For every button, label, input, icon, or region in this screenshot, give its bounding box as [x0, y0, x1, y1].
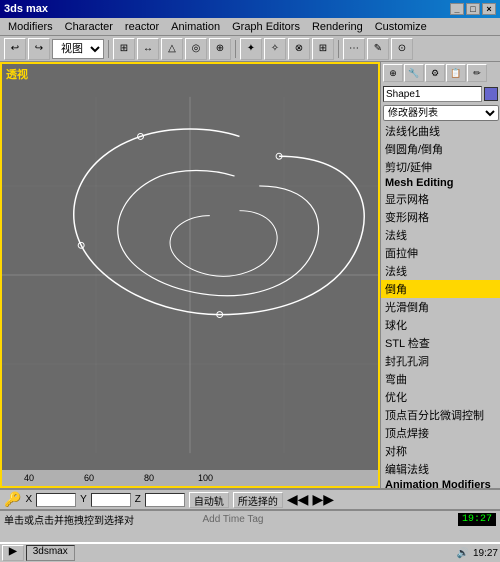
- title-bar: 3ds max _ □ ×: [0, 0, 500, 18]
- menu-reactor[interactable]: reactor: [119, 20, 165, 34]
- tb-btn-5[interactable]: ⊕: [209, 38, 231, 60]
- menu-customize[interactable]: Customize: [369, 20, 433, 34]
- modifier-dropdown[interactable]: 修改器列表: [383, 105, 499, 121]
- tb-btn-4[interactable]: ◎: [185, 38, 207, 60]
- separator-1: [108, 40, 109, 58]
- status-bar: 单击或点击并拖拽控到选择对 Add Time Tag 19:27: [0, 510, 500, 528]
- time-display: 19:27: [458, 513, 496, 526]
- minimize-button[interactable]: _: [450, 3, 464, 15]
- taskbar-3dsmax[interactable]: 3dsmax: [26, 545, 75, 561]
- modifier-item[interactable]: 倒圆角/倒角: [381, 140, 500, 158]
- modifier-item[interactable]: 变形网格: [381, 208, 500, 226]
- close-button[interactable]: ×: [482, 3, 496, 15]
- modifier-item[interactable]: 封孔孔洞: [381, 352, 500, 370]
- modifier-item[interactable]: STL 检查: [381, 334, 500, 352]
- key-icon: 🔑: [4, 491, 21, 508]
- right-tool-btn-5[interactable]: ✏: [467, 64, 487, 82]
- viewport-ruler: 40 60 80 100: [2, 470, 378, 486]
- main-toolbar: ↩ ↪ 视图 ⊞ ↔ △ ◎ ⊕ ✦ ✧ ⊗ ⊞ ⋯ ✎ ⊙: [0, 36, 500, 62]
- tb-btn-10[interactable]: ⋯: [343, 38, 365, 60]
- modifier-item[interactable]: 法线: [381, 226, 500, 244]
- z-input[interactable]: [145, 493, 185, 507]
- tb-btn-2[interactable]: ↔: [137, 38, 159, 60]
- title-bar-controls: _ □ ×: [450, 3, 496, 15]
- redo-button[interactable]: ↪: [28, 38, 50, 60]
- prev-frame-button[interactable]: ◀◀: [287, 491, 309, 508]
- modifier-dropdown-row: 修改器列表: [381, 104, 500, 122]
- modifier-item[interactable]: 光滑倒角: [381, 298, 500, 316]
- modifier-item[interactable]: 面拉伸: [381, 244, 500, 262]
- main-area: 透视 40 60 80 100: [0, 62, 500, 488]
- right-toolbar-row: ⊕ 🔧 ⚙ 📋 ✏: [383, 64, 498, 82]
- viewport[interactable]: 透视 40 60 80 100: [0, 62, 380, 488]
- shape-name-input[interactable]: [383, 86, 482, 102]
- separator-2: [235, 40, 236, 58]
- tray-icon-1: 🔊: [457, 548, 469, 559]
- shape-name-row: [381, 84, 500, 104]
- modifier-item[interactable]: 顶点焊接: [381, 424, 500, 442]
- selected-button[interactable]: 所选择的: [233, 492, 283, 508]
- modifier-item[interactable]: 对称: [381, 442, 500, 460]
- z-label: Z: [135, 494, 141, 505]
- modifier-item[interactable]: 弯曲: [381, 370, 500, 388]
- app-title: 3ds max: [4, 3, 48, 15]
- modifier-item[interactable]: 优化: [381, 388, 500, 406]
- auto-key-button[interactable]: 自动轨: [189, 492, 229, 508]
- separator-3: [338, 40, 339, 58]
- menu-animation[interactable]: Animation: [165, 20, 226, 34]
- modifier-item[interactable]: 顶点百分比微调控制: [381, 406, 500, 424]
- modifier-item[interactable]: 剪切/延伸: [381, 158, 500, 176]
- status-text: 单击或点击并拖拽控到选择对: [4, 512, 199, 527]
- tray-clock: 19:27: [473, 548, 498, 559]
- view-dropdown[interactable]: 视图: [52, 39, 104, 59]
- shape-color-box[interactable]: [484, 87, 498, 101]
- menu-character[interactable]: Character: [59, 20, 119, 34]
- tb-btn-6[interactable]: ✦: [240, 38, 262, 60]
- tb-btn-7[interactable]: ✧: [264, 38, 286, 60]
- right-tool-btn-1[interactable]: ⊕: [383, 64, 403, 82]
- maximize-button[interactable]: □: [466, 3, 480, 15]
- tb-btn-1[interactable]: ⊞: [113, 38, 135, 60]
- tb-btn-9[interactable]: ⊞: [312, 38, 334, 60]
- modifier-item[interactable]: 编辑法线: [381, 460, 500, 478]
- menu-modifiers[interactable]: Modifiers: [2, 20, 59, 34]
- menu-bar: Modifiers Character reactor Animation Gr…: [0, 18, 500, 36]
- right-toolbar: ⊕ 🔧 ⚙ 📋 ✏: [381, 62, 500, 84]
- menu-graph-editors[interactable]: Graph Editors: [226, 20, 306, 34]
- menu-rendering[interactable]: Rendering: [306, 20, 369, 34]
- tb-btn-3[interactable]: △: [161, 38, 183, 60]
- next-frame-button[interactable]: ▶▶: [312, 491, 334, 508]
- modifier-section-header: Mesh Editing: [381, 176, 500, 190]
- taskbar: ▶ 3dsmax 🔊 19:27: [0, 542, 500, 562]
- system-tray: 🔊 19:27: [457, 548, 498, 559]
- right-panel: ⊕ 🔧 ⚙ 📋 ✏ 修改器列表 法线化曲线倒圆角/倒角剪切/延伸Mesh Edi…: [380, 62, 500, 488]
- viewport-drawing: [2, 64, 378, 486]
- tb-btn-8[interactable]: ⊗: [288, 38, 310, 60]
- modifier-section-header: Animation Modifiers: [381, 478, 500, 488]
- y-input[interactable]: [91, 493, 131, 507]
- modifier-list[interactable]: 法线化曲线倒圆角/倒角剪切/延伸Mesh Editing显示网格变形网格法线面拉…: [381, 122, 500, 488]
- tb-btn-11[interactable]: ✎: [367, 38, 389, 60]
- bottom-controls: 🔑 X Y Z 自动轨 所选择的 ◀◀ ▶▶: [0, 490, 500, 510]
- modifier-item[interactable]: 显示网格: [381, 190, 500, 208]
- modifier-item[interactable]: 倒角: [381, 280, 500, 298]
- bottom-area: 🔑 X Y Z 自动轨 所选择的 ◀◀ ▶▶ 单击或点击并拖拽控到选择对 Add…: [0, 488, 500, 542]
- modifier-item[interactable]: 法线: [381, 262, 500, 280]
- right-tool-btn-4[interactable]: 📋: [446, 64, 466, 82]
- right-tool-btn-2[interactable]: 🔧: [404, 64, 424, 82]
- modifier-item[interactable]: 球化: [381, 316, 500, 334]
- modifier-item[interactable]: 法线化曲线: [381, 122, 500, 140]
- undo-button[interactable]: ↩: [4, 38, 26, 60]
- add-time-tag-label: Add Time Tag: [203, 514, 264, 525]
- right-tool-btn-3[interactable]: ⚙: [425, 64, 445, 82]
- x-label: X: [25, 494, 32, 505]
- start-button[interactable]: ▶: [2, 545, 24, 561]
- x-input[interactable]: [36, 493, 76, 507]
- y-label: Y: [80, 494, 87, 505]
- tb-btn-12[interactable]: ⊙: [391, 38, 413, 60]
